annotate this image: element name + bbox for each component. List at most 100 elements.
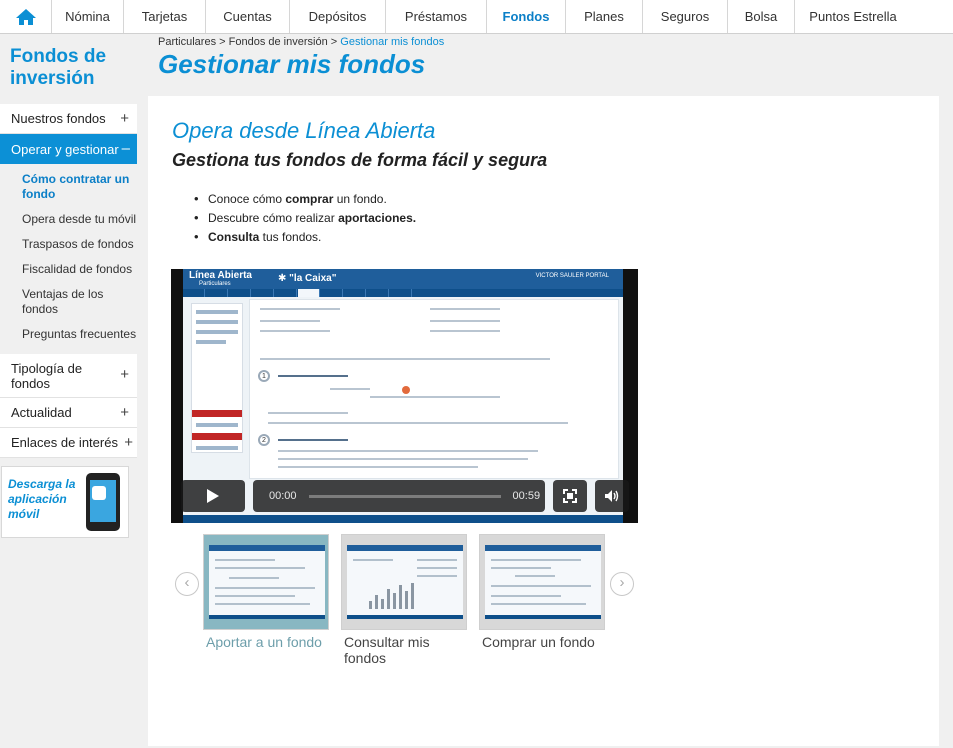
home-icon — [15, 8, 36, 25]
carousel-next-button[interactable]: › — [610, 572, 634, 596]
thumb-line — [215, 595, 295, 597]
promo-line: Descarga la — [8, 477, 76, 491]
thumb-footer — [485, 615, 601, 619]
submenu-item-traspasos[interactable]: Traspasos de fondos — [22, 237, 137, 252]
collapse-minus-icon: – — [121, 140, 130, 157]
video-time-current: 00:00 — [269, 490, 297, 502]
volume-button[interactable] — [595, 480, 629, 512]
breadcrumb-particulares[interactable]: Particulares — [158, 36, 216, 48]
sidebar-item-enlaces[interactable]: Enlaces de interés + — [0, 428, 137, 458]
thumb-line — [491, 603, 586, 605]
bullet-text: un fondo. — [333, 192, 387, 206]
bullet-text: Descubre cómo realizar — [208, 211, 339, 225]
nav-item-bolsa[interactable]: Bolsa — [728, 0, 795, 33]
submenu-item-preguntas[interactable]: Preguntas frecuentes — [22, 327, 137, 342]
expand-plus-icon: + — [124, 434, 133, 451]
nav-item-seguros[interactable]: Seguros — [643, 0, 728, 33]
list-item: Consulta tus fondos. — [194, 229, 416, 244]
chevron-left-icon: ‹ — [184, 574, 190, 591]
feature-list: Conoce cómo comprar un fondo. Descubre c… — [194, 191, 417, 249]
fullscreen-button[interactable] — [553, 480, 587, 512]
sidebar-item-nuestros-fondos[interactable]: Nuestros fondos + — [0, 104, 137, 134]
breadcrumb: Particulares > Fondos de inversión > Ges… — [158, 36, 444, 48]
thumb-line — [215, 559, 275, 561]
sidebar-item-tipologia[interactable]: Tipología de fondos + — [0, 354, 137, 398]
thumb-line — [417, 567, 457, 569]
thumb-bar — [369, 601, 372, 609]
promo-line: aplicación — [8, 492, 67, 506]
thumb-header — [485, 545, 601, 551]
thumb-bar — [399, 585, 402, 609]
mobile-phone-icon — [86, 473, 120, 531]
main-content: Opera desde Línea Abierta Gestiona tus f… — [148, 96, 939, 746]
carousel-label-aportar[interactable]: Aportar a un fondo — [206, 634, 322, 650]
thumb-line — [491, 595, 561, 597]
bullet-bold: aportaciones. — [338, 211, 417, 225]
download-app-banner[interactable]: Descarga la aplicación móvil — [1, 466, 129, 538]
nav-item-tarjetas[interactable]: Tarjetas — [124, 0, 206, 33]
list-item: Conoce cómo comprar un fondo. — [194, 191, 416, 206]
thumb-bar — [405, 591, 408, 609]
submenu-item-opera-movil[interactable]: Opera desde tu móvil — [22, 212, 137, 227]
expand-plus-icon: + — [120, 366, 129, 383]
thumb-bar — [393, 593, 396, 609]
expand-plus-icon: + — [120, 404, 129, 421]
thumb-line — [515, 575, 555, 577]
nav-item-planes[interactable]: Planes — [566, 0, 643, 33]
sidebar-item-label: Enlaces de interés — [11, 435, 118, 450]
carousel-label-consultar[interactable]: Consultar mis fondos — [344, 634, 444, 666]
carousel-thumb-aportar[interactable] — [203, 534, 329, 630]
home-button[interactable] — [0, 0, 52, 33]
thumb-line — [491, 585, 591, 587]
sidebar: Fondos de inversión Nuestros fondos + Op… — [0, 34, 138, 748]
carousel-label-text: Consultar mis fondos — [344, 634, 430, 666]
sidebar-item-label: Actualidad — [11, 405, 72, 420]
thumb-header — [209, 545, 325, 551]
sidebar-menu: Nuestros fondos + Operar y gestionar – C… — [0, 104, 137, 458]
breadcrumb-fondos[interactable]: Fondos de inversión — [229, 36, 328, 48]
nav-item-nomina[interactable]: Nómina — [52, 0, 124, 33]
carousel-label-comprar[interactable]: Comprar un fondo — [482, 634, 595, 650]
submenu-item-como-contratar[interactable]: Cómo contratar un fondo — [22, 172, 137, 202]
promo-line: móvil — [8, 507, 40, 521]
sidebar-item-actualidad[interactable]: Actualidad + — [0, 398, 137, 428]
sidebar-submenu: Cómo contratar un fondo Opera desde tu m… — [0, 164, 137, 354]
thumb-line — [215, 567, 305, 569]
nav-item-depositos[interactable]: Depósitos — [290, 0, 386, 33]
thumb-bar — [387, 589, 390, 609]
app-icon — [92, 486, 106, 500]
carousel-thumb-consultar[interactable] — [341, 534, 467, 630]
carousel-prev-button[interactable]: ‹ — [175, 572, 199, 596]
sidebar-title-line1: Fondos de — [10, 46, 107, 67]
thumb-line — [215, 587, 315, 589]
play-button[interactable] — [181, 480, 245, 512]
volume-icon — [605, 490, 619, 502]
promo-text: Descarga la aplicación móvil — [8, 477, 75, 522]
thumb-footer — [209, 615, 325, 619]
nav-item-cuentas[interactable]: Cuentas — [206, 0, 290, 33]
thumb-line — [417, 559, 457, 561]
carousel-thumb-comprar[interactable] — [479, 534, 605, 630]
thumb-line — [229, 577, 279, 579]
video-player[interactable]: Línea Abierta Particulares ✱ "la Caixa" … — [171, 269, 638, 523]
thumb-line — [215, 603, 310, 605]
video-progress-bar[interactable]: 00:00 00:59 — [253, 480, 545, 512]
sidebar-item-label: Operar y gestionar — [11, 141, 119, 157]
video-seek-track[interactable] — [308, 494, 501, 498]
thumb-bar — [381, 599, 384, 609]
fullscreen-icon — [563, 489, 577, 503]
chevron-right-icon: › — [619, 574, 625, 591]
thumb-header — [347, 545, 463, 551]
nav-item-prestamos[interactable]: Préstamos — [386, 0, 487, 33]
expand-plus-icon: + — [120, 110, 129, 127]
thumbnail-image — [347, 545, 463, 619]
submenu-item-ventajas[interactable]: Ventajas de los fondos — [22, 287, 137, 317]
submenu-item-fiscalidad[interactable]: Fiscalidad de fondos — [22, 262, 137, 277]
sidebar-item-operar-y-gestionar[interactable]: Operar y gestionar – — [0, 134, 137, 164]
nav-item-fondos[interactable]: Fondos — [487, 0, 566, 33]
list-item: Descubre cómo realizar aportaciones. — [194, 210, 417, 225]
thumb-bar — [411, 583, 414, 609]
play-icon — [207, 489, 219, 503]
video-time-total: 00:59 — [512, 490, 541, 502]
nav-item-puntos-estrella[interactable]: Puntos Estrella — [795, 0, 911, 33]
